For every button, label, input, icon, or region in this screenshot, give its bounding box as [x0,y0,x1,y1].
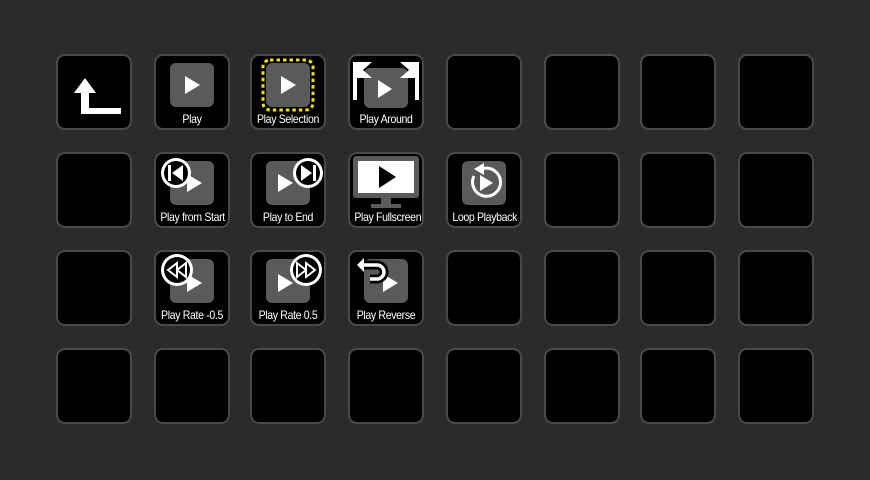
empty-key[interactable] [738,152,814,228]
empty-key[interactable] [446,54,522,130]
play-selection-button[interactable]: Play Selection [250,54,326,130]
back-button[interactable] [56,54,132,130]
empty-key[interactable] [640,54,716,130]
empty-key[interactable] [544,54,620,130]
empty-key[interactable] [640,348,716,424]
play-fullscreen-button[interactable]: Play Fullscreen [348,152,424,228]
play-button[interactable]: Play [154,54,230,130]
key-label: Play Rate -0.5 [161,308,223,322]
play-around-button[interactable]: Play Around [348,54,424,130]
key-label: Play Reverse [356,308,416,322]
play-rate-minus-button[interactable]: Play Rate -0.5 [154,250,230,326]
empty-key[interactable] [738,348,814,424]
play-rate-plus-button[interactable]: Play Rate 0.5 [250,250,326,326]
key-label: Loop Playback [452,210,518,224]
key-label: Play Selection [256,112,319,126]
empty-key[interactable] [56,250,132,326]
empty-key[interactable] [154,348,230,424]
empty-key[interactable] [56,348,132,424]
empty-key[interactable] [446,348,522,424]
key-label: Play [182,112,202,126]
loop-playback-button[interactable]: Loop Playback [446,152,522,228]
key-label: Play from Start [160,210,225,224]
empty-key[interactable] [738,54,814,130]
key-label: Play Fullscreen [354,210,422,224]
back-arrow-icon [74,78,121,114]
empty-key[interactable] [640,152,716,228]
play-to-end-button[interactable]: Play to End [250,152,326,228]
key-label: Play Rate 0.5 [258,308,318,322]
empty-key[interactable] [738,250,814,326]
empty-key[interactable] [348,348,424,424]
empty-key[interactable] [640,250,716,326]
empty-key[interactable] [544,152,620,228]
empty-key[interactable] [446,250,522,326]
play-from-start-button[interactable]: Play from Start [154,152,230,228]
empty-key[interactable] [250,348,326,424]
empty-key[interactable] [544,250,620,326]
empty-key[interactable] [544,348,620,424]
empty-key[interactable] [56,152,132,228]
key-label: Play to End [262,210,314,224]
key-label: Play Around [359,112,413,126]
play-reverse-button[interactable]: Play Reverse [348,250,424,326]
stream-deck-grid: Play Play Selection Play Around Play fro… [0,0,870,480]
